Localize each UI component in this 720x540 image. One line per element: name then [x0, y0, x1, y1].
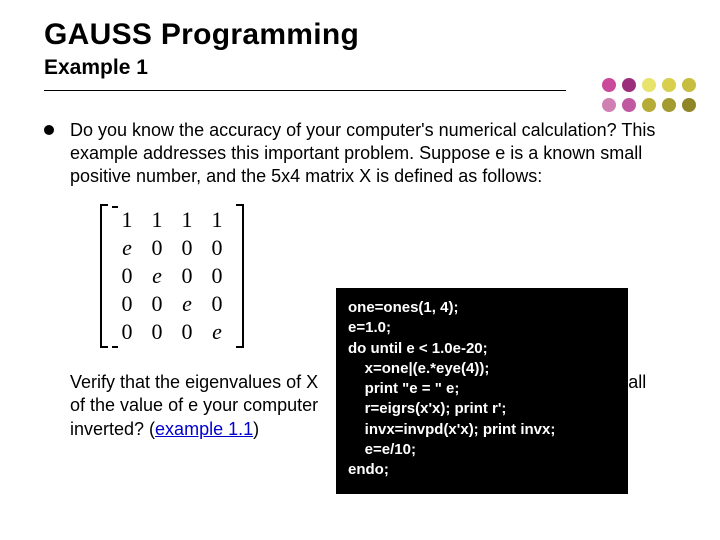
para2-line2: of the value of e your computer [70, 395, 318, 415]
dot-icon [622, 98, 636, 112]
bullet-item: Do you know the accuracy of your compute… [44, 119, 676, 188]
para2-line3b: ) [253, 419, 259, 439]
dot-icon [662, 98, 676, 112]
dot-icon [622, 78, 636, 92]
dot-icon [662, 78, 676, 92]
slide-subtitle: Example 1 [44, 56, 676, 80]
dot-icon [642, 78, 656, 92]
dot-icon [682, 78, 696, 92]
example-link[interactable]: example 1.1 [155, 419, 253, 439]
slide: GAUSS Programming Example 1 Do you know … [0, 0, 720, 540]
slide-title: GAUSS Programming [44, 18, 676, 52]
dot-icon [602, 78, 616, 92]
bullet-icon [44, 125, 54, 135]
para2-tail: all [628, 372, 646, 392]
matrix: 1111 e000 0e00 00e0 000e [100, 204, 244, 348]
dot-icon [642, 98, 656, 112]
dot-icon [602, 98, 616, 112]
decorative-dots [602, 78, 698, 114]
para2-line3a: inverted? ( [70, 419, 155, 439]
para2-line1: Verify that the eigenvalues of X [70, 372, 318, 392]
title-divider [44, 90, 566, 91]
code-box: one=ones(1, 4); e=1.0; do until e < 1.0e… [336, 288, 628, 494]
matrix-table: 1111 e000 0e00 00e0 000e [112, 206, 232, 346]
bullet-text: Do you know the accuracy of your compute… [70, 119, 676, 188]
dot-icon [682, 98, 696, 112]
